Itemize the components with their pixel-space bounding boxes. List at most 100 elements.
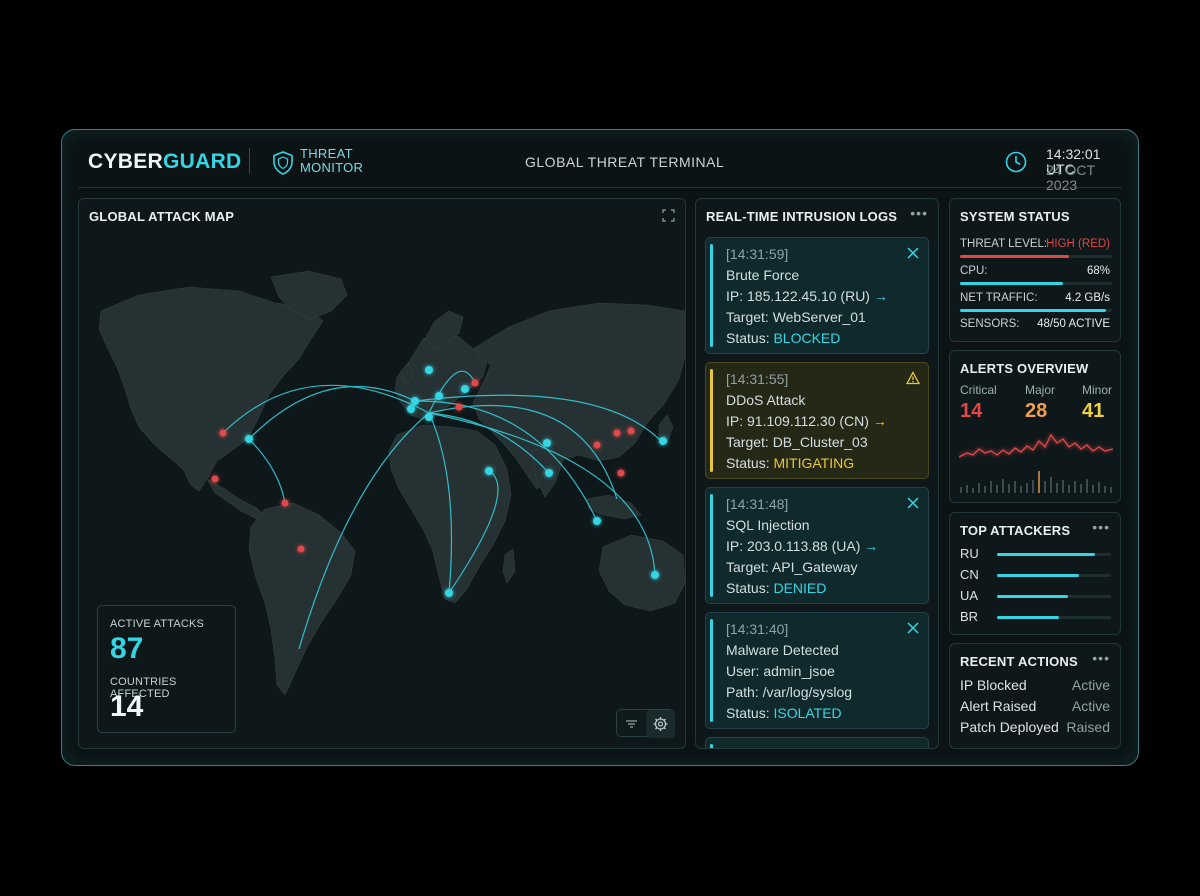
target-point: [281, 499, 289, 507]
more-options-icon[interactable]: •••: [910, 205, 928, 221]
attacker-code: UA: [960, 588, 979, 603]
settings-button[interactable]: [646, 710, 675, 738]
intrusion-logs-panel: REAL-TIME INTRUSION LOGS ••• [14:31:59] …: [695, 198, 939, 749]
attacker-bar: [997, 595, 1111, 598]
attack-arc: [248, 438, 286, 504]
minor-value: 41: [1082, 400, 1105, 422]
action-state: Active: [1071, 677, 1110, 693]
central-america: [206, 478, 266, 520]
more-options-icon[interactable]: •••: [1092, 650, 1110, 666]
australia: [598, 534, 685, 612]
log-entry[interactable]: [14:31:59] Brute Force IP: 185.122.45.10…: [705, 237, 929, 354]
target-point: [627, 427, 635, 435]
log-severity-bar: [710, 244, 713, 347]
expand-icon[interactable]: [662, 209, 675, 222]
net-traffic-label: NET TRAFFIC:: [960, 292, 1038, 304]
brand-logo: CYBERGUARD: [88, 150, 242, 174]
target-point: [617, 469, 625, 477]
brand-subtitle: THREAT MONITOR: [300, 147, 363, 175]
attacker-code: BR: [960, 609, 979, 624]
log-ip: IP: 185.122.45.10 (RU): [726, 288, 870, 304]
cpu-label: CPU:: [960, 265, 988, 277]
log-status-prefix: Status:: [726, 705, 774, 721]
log-status: Status: MITIGATING: [726, 455, 854, 471]
north-america: [98, 286, 324, 492]
attacker-bar-fill: [997, 595, 1068, 598]
recent-actions-panel: RECENT ACTIONS ••• IP Blocked Active Ale…: [949, 643, 1121, 749]
gear-icon: [653, 717, 668, 731]
filter-button[interactable]: [617, 710, 646, 738]
source-point: [543, 439, 551, 447]
minor-label: Minor: [1082, 383, 1113, 397]
log-status-prefix: Status:: [726, 580, 774, 596]
target-point: [211, 475, 219, 483]
threat-level-meter: [960, 255, 1112, 258]
logs-title: REAL-TIME INTRUSION LOGS: [706, 209, 898, 224]
log-entry[interactable]: [705, 737, 929, 748]
log-source: IP: 185.122.45.10 (RU) →: [726, 288, 888, 304]
current-date: 24 OCT 2023: [1046, 162, 1095, 193]
log-entry[interactable]: [14:31:55] DDoS Attack IP: 91.109.112.30…: [705, 362, 929, 479]
alerts-sparkline: [959, 433, 1113, 493]
source-point: [445, 589, 453, 597]
header: CYBERGUARD THREAT MONITOR GLOBAL THREAT …: [78, 130, 1122, 193]
source-point: [425, 366, 433, 374]
se-asia: [586, 494, 642, 520]
alerts-title: ALERTS OVERVIEW: [960, 361, 1089, 376]
net-traffic-meter: [960, 309, 1112, 312]
net-traffic-value: 4.2 GB/s: [1065, 292, 1110, 304]
arrow-right-icon: →: [873, 288, 888, 304]
target-point: [455, 403, 463, 411]
log-type: DDoS Attack: [726, 392, 806, 408]
log-type: SQL Injection: [726, 517, 810, 533]
log-entry[interactable]: [14:31:40] Malware Detected User: admin_…: [705, 612, 929, 729]
close-icon[interactable]: [906, 246, 920, 260]
brand-main: CYBER: [88, 150, 164, 173]
log-path: Path: /var/log/syslog: [726, 684, 853, 700]
log-severity-bar: [710, 619, 713, 722]
attack-map-panel: GLOBAL ATTACK MAP ACTIVE ATTACKS 87 COUN…: [78, 198, 686, 749]
map-controls: [616, 709, 675, 738]
close-icon[interactable]: [906, 621, 920, 635]
cpu-value: 68%: [1086, 265, 1110, 277]
source-point: [411, 397, 419, 405]
brand-accent: GUARD: [163, 150, 242, 173]
active-attacks-label: ACTIVE ATTACKS: [110, 618, 205, 630]
close-icon[interactable]: [906, 496, 920, 510]
attacker-bar: [997, 553, 1111, 556]
attacker-code: RU: [960, 546, 979, 561]
source-point: [659, 437, 667, 445]
source-point: [485, 467, 493, 475]
log-source: IP: 203.0.113.88 (UA) →: [726, 538, 878, 554]
log-status-prefix: Status:: [726, 330, 774, 346]
system-status-panel: SYSTEM STATUS THREAT LEVEL: HIGH (RED) C…: [949, 198, 1121, 342]
source-point: [461, 385, 469, 393]
log-status-value: MITIGATING: [773, 455, 855, 471]
target-point: [471, 379, 479, 387]
log-severity-bar: [710, 369, 713, 472]
action-label: Patch Deployed: [960, 719, 1059, 735]
attacker-code: CN: [960, 567, 979, 582]
source-point: [651, 571, 659, 579]
attack-stats: ACTIVE ATTACKS 87 COUNTRIES AFFECTED 14: [97, 605, 236, 733]
critical-label: Critical: [960, 383, 997, 397]
critical-value: 14: [960, 400, 983, 422]
countries-affected-value: 14: [110, 690, 144, 723]
filter-icon: [626, 720, 637, 728]
brand-subtitle-line1: THREAT: [300, 146, 353, 161]
cpu-meter: [960, 282, 1112, 285]
source-point: [425, 413, 433, 421]
sensors-label: SENSORS:: [960, 318, 1020, 330]
system-status-title: SYSTEM STATUS: [960, 209, 1070, 224]
source-point: [245, 435, 253, 443]
log-source: IP: 91.109.112.30 (CN) →: [726, 413, 887, 429]
log-entry[interactable]: [14:31:48] SQL Injection IP: 203.0.113.8…: [705, 487, 929, 604]
log-time: [14:31:40]: [726, 621, 789, 637]
log-time: [14:31:55]: [726, 371, 789, 387]
clock-icon: [1005, 151, 1027, 173]
major-value: 28: [1025, 400, 1048, 422]
madagascar: [502, 548, 516, 584]
top-attackers-panel: TOP ATTACKERS ••• RU CN UA BR: [949, 512, 1121, 635]
source-point: [435, 392, 443, 400]
more-options-icon[interactable]: •••: [1092, 519, 1110, 535]
